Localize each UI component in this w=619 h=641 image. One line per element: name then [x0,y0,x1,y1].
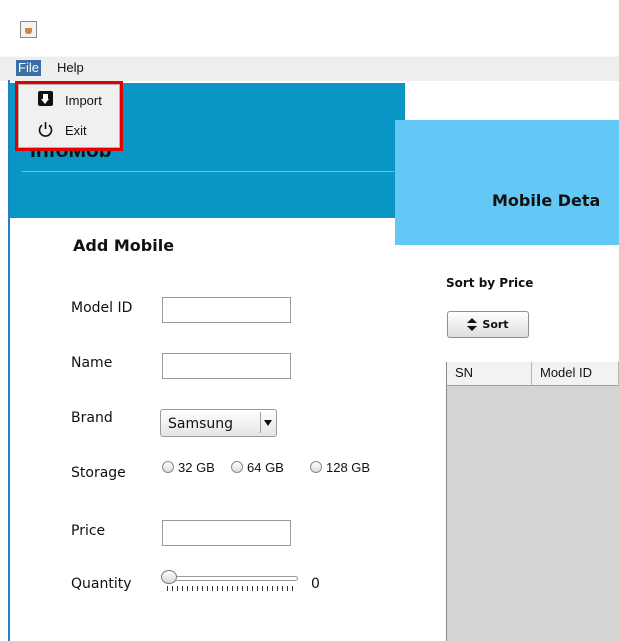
sort-button[interactable]: Sort [447,311,529,338]
model-id-input[interactable] [162,297,291,323]
storage-option-32-label: 32 GB [178,460,215,475]
name-input[interactable] [162,353,291,379]
sort-by-price-heading: Sort by Price [446,276,534,290]
price-label: Price [71,523,106,539]
quantity-slider-ticks [167,586,295,591]
storage-radio-64[interactable] [231,461,243,473]
name-label: Name [71,355,113,371]
brand-selected-value: Samsung [168,416,234,432]
column-header-sn[interactable]: SN [447,362,532,386]
header-divider [22,171,394,172]
column-header-model-id[interactable]: Model ID [532,362,619,386]
mobile-details-title: Mobile Deta [492,191,601,210]
menu-help[interactable]: Help [57,60,84,76]
add-mobile-heading: Add Mobile [73,236,175,255]
storage-label: Storage [71,465,126,481]
title-bar [0,0,619,56]
storage-option-128-label: 128 GB [326,460,371,475]
storage-radio-32[interactable] [162,461,174,473]
quantity-slider-track[interactable] [163,576,298,581]
sort-button-label: Sort [482,318,509,331]
storage-radio-128[interactable] [310,461,322,473]
quantity-label: Quantity [71,576,132,592]
price-input[interactable] [162,520,291,546]
quantity-value: 0 [311,576,320,592]
java-app-icon [20,21,37,38]
mobile-table[interactable] [446,362,619,641]
menu-bar [0,56,619,81]
quantity-slider-thumb[interactable] [161,570,177,584]
brand-label: Brand [71,410,113,426]
sort-updown-icon [467,318,478,331]
storage-option-64-label: 64 GB [247,460,284,475]
highlight-box [15,81,123,151]
model-id-label: Model ID [71,300,133,316]
menu-file[interactable]: File [16,60,41,76]
dropdown-arrow-icon[interactable] [260,412,275,433]
header-banner-right [395,120,619,245]
